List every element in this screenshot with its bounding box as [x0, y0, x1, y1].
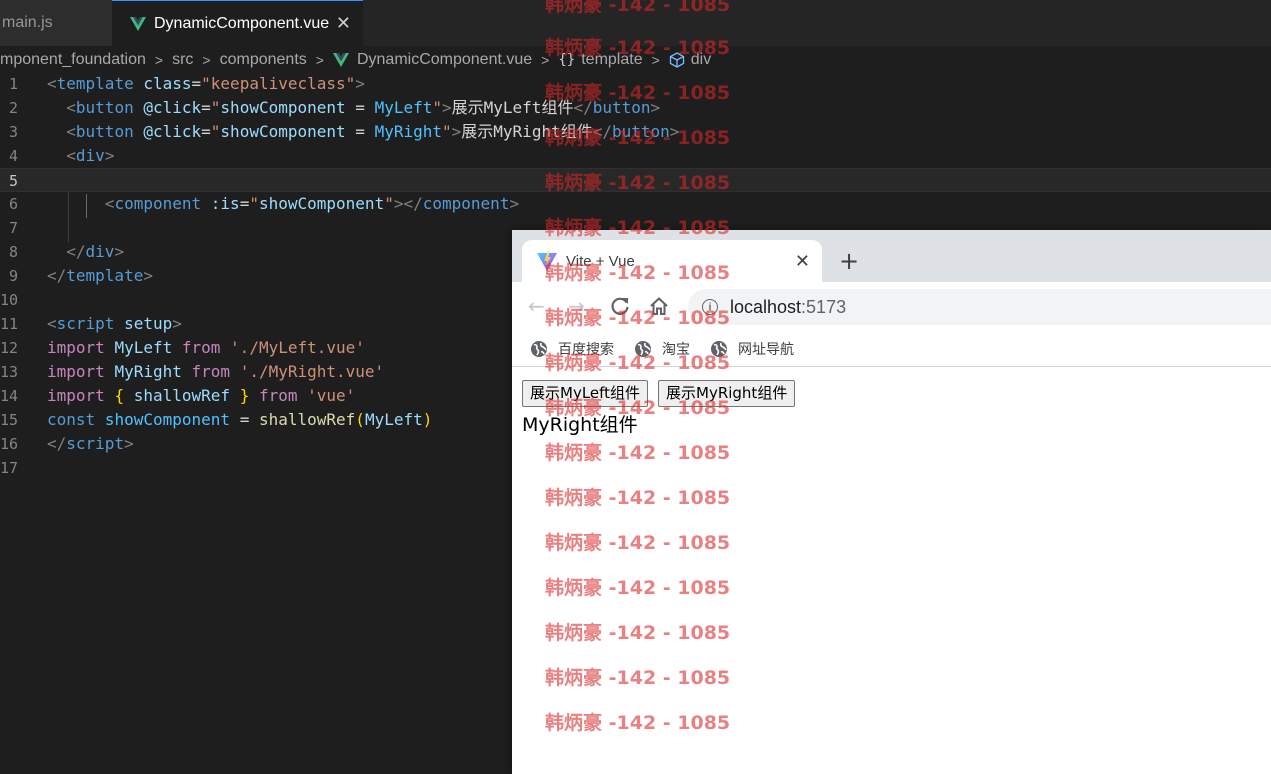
globe-icon — [711, 341, 727, 357]
bookmark-label: 淘宝 — [662, 342, 690, 358]
home-icon[interactable] — [648, 295, 670, 317]
vue-logo-icon — [130, 16, 146, 31]
address-bar[interactable]: i localhost:5173 — [688, 289, 1271, 325]
page-content: 展示MyLeft组件 展示MyRight组件 MyRight组件 — [512, 367, 1271, 774]
chevron-right-icon: > — [202, 52, 211, 68]
tab-label: main.js — [2, 14, 53, 31]
browser-tab-strip: Vite + Vue ✕ + — [512, 230, 1271, 282]
code-line: 6 <component :is="showComponent"></compo… — [8, 194, 520, 213]
code-line-current: 5 — [0, 168, 1271, 192]
url-port: :5173 — [801, 296, 847, 317]
show-myright-button[interactable]: 展示MyRight组件 — [658, 380, 796, 407]
breadcrumb-item-template[interactable]: template — [581, 51, 642, 69]
breadcrumb: mponent_foundation > src > components > … — [0, 46, 1271, 74]
globe-icon — [531, 341, 547, 357]
tab-dynamic-component-vue[interactable]: DynamicComponent.vue ✕ — [112, 0, 363, 46]
forward-arrow-icon[interactable]: → — [568, 294, 585, 318]
bookmark-item[interactable]: 网址导航 — [710, 339, 794, 359]
new-tab-icon[interactable]: + — [839, 247, 859, 275]
vue-logo-icon — [332, 53, 349, 67]
url-host: localhost — [730, 296, 802, 317]
back-arrow-icon[interactable]: ← — [528, 294, 545, 318]
close-icon[interactable]: ✕ — [336, 13, 351, 34]
chevron-right-icon: > — [315, 52, 324, 68]
bookmark-label: 百度搜索 — [558, 342, 614, 358]
browser-toolbar: ← → i localhost:5173 — [512, 282, 1271, 332]
breadcrumb-item-project[interactable]: mponent_foundation — [0, 51, 146, 69]
browser-tab-title: Vite + Vue — [566, 252, 635, 270]
tab-main-js[interactable]: main.js — [0, 0, 112, 46]
browser-window: Vite + Vue ✕ + ← → i localhost:5173 百度搜索… — [512, 230, 1271, 774]
chevron-right-icon: > — [154, 52, 164, 68]
chevron-right-icon: > — [651, 52, 660, 68]
reload-icon[interactable] — [609, 295, 631, 317]
code-line: 4 <div> — [8, 146, 115, 165]
show-myleft-button[interactable]: 展示MyLeft组件 — [522, 380, 649, 407]
bookmark-item[interactable]: 淘宝 — [634, 339, 690, 359]
browser-tab[interactable]: Vite + Vue ✕ — [522, 240, 822, 282]
breadcrumb-item-div[interactable]: div — [691, 51, 711, 69]
info-icon[interactable]: i — [702, 299, 718, 315]
globe-icon — [635, 341, 651, 357]
code-line: 2 <button @click="showComponent = MyLeft… — [8, 98, 661, 117]
component-output-text: MyRight组件 — [522, 414, 638, 436]
cube-icon — [669, 52, 684, 68]
code-line: 1 <template class="keepaliveclass"> — [8, 74, 365, 93]
braces-icon: {} — [558, 52, 576, 68]
vite-logo-icon — [537, 251, 557, 271]
bookmark-item[interactable]: 百度搜索 — [530, 339, 614, 359]
tab-label: DynamicComponent.vue — [154, 14, 330, 32]
editor-tab-bar: main.js DynamicComponent.vue ✕ — [0, 0, 1271, 46]
breadcrumb-item-file[interactable]: DynamicComponent.vue — [357, 51, 532, 69]
code-line: 3 <button @click="showComponent = MyRigh… — [8, 122, 680, 141]
breadcrumb-item-components[interactable]: components — [220, 51, 307, 69]
bookmark-label: 网址导航 — [738, 342, 794, 358]
close-icon[interactable]: ✕ — [795, 251, 810, 272]
bookmarks-bar: 百度搜索 淘宝 网址导航 — [512, 332, 1271, 367]
chevron-right-icon: > — [541, 52, 550, 68]
breadcrumb-item-src[interactable]: src — [172, 51, 193, 69]
